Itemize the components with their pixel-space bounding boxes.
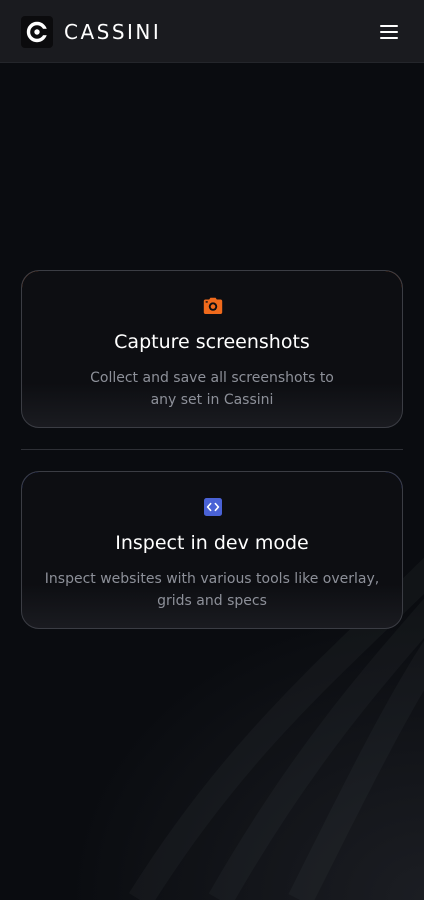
card-description-line: any set in Cassini: [150, 392, 274, 408]
card-description-line: grids and specs: [157, 593, 267, 609]
card-description: Collect and save all screenshots to any …: [22, 367, 402, 411]
card-description-line: Collect and save all screenshots to: [90, 370, 334, 386]
inspect-dev-mode-card[interactable]: Inspect in dev mode Inspect websites wit…: [21, 471, 403, 629]
code-icon: [204, 498, 222, 516]
cassini-logo-icon[interactable]: [21, 16, 53, 48]
hamburger-menu-icon[interactable]: [376, 20, 402, 44]
card-title: Inspect in dev mode: [115, 532, 309, 554]
camera-icon: [203, 297, 223, 314]
card-title: Capture screenshots: [114, 331, 310, 353]
brand-name[interactable]: CASSINI: [64, 19, 161, 45]
background-glow: [0, 0, 424, 900]
top-navigation-bar: CASSINI: [0, 0, 424, 63]
section-divider: [21, 449, 403, 450]
background-arcs: [128, 557, 424, 900]
card-description: Inspect websites with various tools like…: [22, 568, 402, 612]
capture-screenshots-card[interactable]: Capture screenshots Collect and save all…: [21, 270, 403, 428]
card-description-line: Inspect websites with various tools like…: [44, 571, 380, 587]
